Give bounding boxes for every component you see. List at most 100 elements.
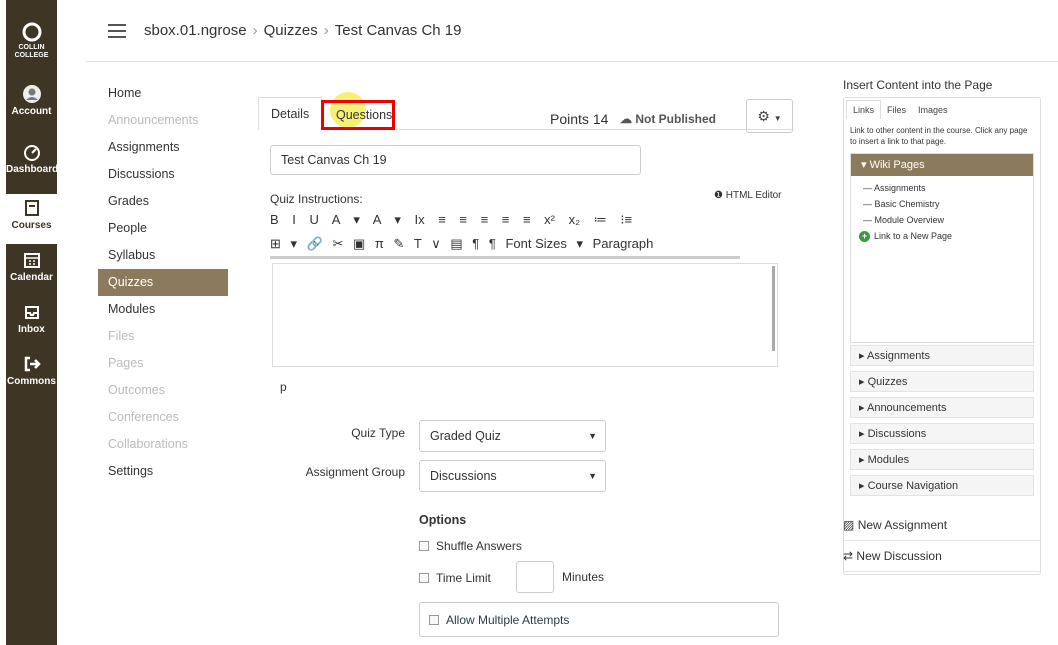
shuffle-checkbox[interactable] <box>419 541 429 551</box>
nav-account-label: Account <box>11 106 52 117</box>
toolbar-divider <box>270 256 740 259</box>
time-limit-option[interactable]: Time Limit <box>419 571 491 585</box>
breadcrumb-section[interactable]: Quizzes <box>264 22 318 39</box>
sidebar-tabs: Links Files Images <box>844 98 1040 119</box>
sidebar-tab-files[interactable]: Files <box>881 101 912 119</box>
caret-down-icon: ▾ <box>861 159 867 171</box>
assignment-group-select[interactable]: Discussions ▼ <box>419 460 606 492</box>
select-caret-icon: ▼ <box>588 471 597 481</box>
content-sidebar: Insert Content into the Page Links Files I… <box>843 78 1041 575</box>
editor-tabs: Details Questions Points 14 ☁ Not Publis… <box>258 92 793 133</box>
sidebar-section-modules[interactable]: ▸ Modules <box>850 449 1034 470</box>
course-nav-item-grades[interactable]: Grades <box>98 188 228 215</box>
shuffle-answers-option[interactable]: Shuffle Answers <box>419 539 522 553</box>
global-nav: COLLIN COLLEGE Account Dashboard Courses… <box>6 0 58 645</box>
new-discussion-link[interactable]: ⇄ New Discussion <box>843 549 942 563</box>
points-label: Points <box>550 111 589 127</box>
caret-down-icon: ▼ <box>773 114 782 123</box>
tab-details[interactable]: Details <box>258 97 323 130</box>
nav-commons[interactable]: Commons <box>6 354 57 387</box>
sidebar-section-course-navigation[interactable]: ▸ Course Navigation <box>850 475 1034 496</box>
breadcrumb-course[interactable]: sbox.01.ngrose <box>144 22 247 39</box>
wiki-item[interactable]: — Module Overview <box>851 212 1033 228</box>
plus-circle-icon: + <box>859 231 870 242</box>
breadcrumb-page: Test Canvas Ch 19 <box>334 22 462 39</box>
sidebar-section-label: Course Navigation <box>867 480 959 492</box>
course-nav: Home Announcements Assignments Discussions G… <box>98 80 228 485</box>
course-nav-item-settings[interactable]: Settings <box>98 458 228 485</box>
wiki-item-label: Module Overview <box>874 215 945 225</box>
paragraph-dropdown[interactable]: Paragraph <box>593 236 654 251</box>
course-nav-item-files[interactable]: Files <box>98 323 228 350</box>
new-discussion-label: New Discussion <box>856 549 942 563</box>
editor-toolbar-row1[interactable]: B I U A ▾ A ▾ Ix ≡ ≡ ≡ ≡ ≡ x² x₂ ≔ ⁝≡ <box>270 212 632 228</box>
course-nav-item-discussions[interactable]: Discussions <box>98 161 228 188</box>
new-assignment-link[interactable]: ▨ New Assignment <box>843 518 947 532</box>
sidebar-section-announcements[interactable]: ▸ Announcements <box>850 397 1034 418</box>
course-nav-item-conferences[interactable]: Conferences <box>98 404 228 431</box>
points-value: 14 <box>592 111 609 127</box>
sidebar-section-quizzes[interactable]: ▸ Quizzes <box>850 371 1034 392</box>
html-editor-link[interactable]: ❶ HTML Editor <box>714 190 782 201</box>
discussion-icon: ⇄ <box>843 549 854 563</box>
editor-scrollbar[interactable] <box>772 266 775 351</box>
course-nav-item-home[interactable]: Home <box>98 80 228 107</box>
nav-courses[interactable]: Courses <box>6 194 57 244</box>
course-nav-item-syllabus[interactable]: Syllabus <box>98 242 228 269</box>
sidebar-title: Insert Content into the Page <box>843 78 993 92</box>
wiki-item[interactable]: — Assignments <box>851 180 1033 196</box>
sidebar-section-discussions[interactable]: ▸ Discussions <box>850 423 1034 444</box>
tab-questions[interactable]: Questions <box>321 100 395 130</box>
editor-toolbar-row2[interactable]: ⊞ ▾ 🔗 ✂ ▣ π ✎ T ∨ ▤ ¶ ¶ Font Sizes ▾ Par… <box>270 236 653 252</box>
time-limit-checkbox[interactable] <box>419 573 429 583</box>
course-nav-item-pages[interactable]: Pages <box>98 350 228 377</box>
assignment-group-label: Assignment Group <box>305 465 405 479</box>
minutes-input[interactable] <box>516 561 554 593</box>
caret-right-icon: ▸ <box>859 402 867 414</box>
nav-calendar[interactable]: Calendar <box>6 250 57 283</box>
quiz-title-input[interactable] <box>270 145 641 175</box>
course-nav-item-collaborations[interactable]: Collaborations <box>98 431 228 458</box>
wiki-item[interactable]: — Basic Chemistry <box>851 196 1033 212</box>
sidebar-tab-links[interactable]: Links <box>846 100 882 119</box>
html-editor-label: HTML Editor <box>725 190 782 201</box>
quiz-type-select[interactable]: Graded Quiz ▼ <box>419 420 606 452</box>
college-logo[interactable]: COLLIN COLLEGE <box>6 22 57 60</box>
sidebar-section-label: Quizzes <box>867 376 908 388</box>
course-nav-item-announcements[interactable]: Announcements <box>98 107 228 134</box>
inbox-icon <box>24 306 39 319</box>
multiple-attempts-option[interactable]: Allow Multiple Attempts <box>419 602 779 637</box>
assignment-group-value: Discussions <box>430 469 497 483</box>
sidebar-section-label: Modules <box>867 454 910 466</box>
settings-gear-button[interactable]: ⚙ ▼ <box>746 99 793 133</box>
instructions-editor[interactable] <box>272 263 778 367</box>
nav-inbox[interactable]: Inbox <box>6 302 57 335</box>
wiki-pages-panel: ▾ Wiki Pages — Assignments — Basic Chemi… <box>850 153 1034 343</box>
course-nav-item-modules[interactable]: Modules <box>98 296 228 323</box>
wiki-pages-header[interactable]: ▾ Wiki Pages <box>851 154 1033 176</box>
nav-commons-label: Commons <box>7 376 56 387</box>
sidebar-section-label: Assignments <box>866 350 930 362</box>
course-nav-item-outcomes[interactable]: Outcomes <box>98 377 228 404</box>
nav-inbox-label: Inbox <box>18 324 45 335</box>
font-sizes-dropdown[interactable]: Font Sizes <box>505 236 566 251</box>
caret-right-icon: ▸ <box>859 428 868 440</box>
dashboard-icon <box>23 145 40 161</box>
nav-account[interactable]: Account <box>6 84 57 117</box>
toolbar-icons[interactable]: ⊞ ▾ 🔗 ✂ ▣ π ✎ T ∨ ▤ ¶ ¶ <box>270 236 496 251</box>
divider <box>843 571 1041 572</box>
logo-text: COLLIN COLLEGE <box>14 44 49 59</box>
cloud-icon: ☁ <box>620 112 632 126</box>
course-nav-item-assignments[interactable]: Assignments <box>98 134 228 161</box>
hamburger-menu-icon[interactable] <box>108 24 126 38</box>
new-page-link[interactable]: + Link to a New Page <box>851 228 1033 244</box>
course-nav-item-people[interactable]: People <box>98 215 228 242</box>
sidebar-section-assignments[interactable]: ▸ Assignments <box>850 345 1034 366</box>
sidebar-tab-images[interactable]: Images <box>912 101 954 119</box>
gear-icon: ⚙ <box>757 108 770 124</box>
course-nav-item-quizzes[interactable]: Quizzes <box>98 269 228 296</box>
points: Points 14 <box>550 111 608 127</box>
shuffle-label: Shuffle Answers <box>436 539 522 553</box>
multiple-attempts-checkbox[interactable] <box>429 615 439 625</box>
nav-dashboard[interactable]: Dashboard <box>6 142 58 175</box>
